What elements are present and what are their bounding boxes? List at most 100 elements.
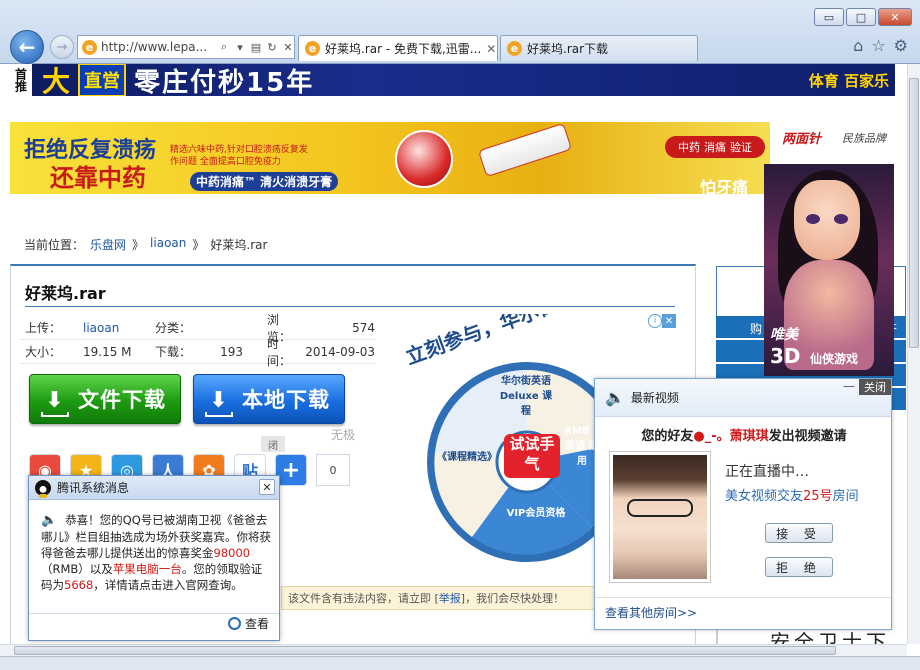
view-other-rooms-link[interactable]: 查看其他房间>>: [595, 597, 891, 629]
breadcrumb-link-user[interactable]: liaoan: [150, 236, 186, 253]
popup-close-button[interactable]: 关闭: [859, 379, 891, 395]
status-bar: [0, 656, 920, 670]
ad-detail: 精选六味中药,针对口腔溃疡反复发作问题 全面提高口腔免疫力: [170, 145, 308, 167]
tab-label: 好莱坞.rar下载: [527, 42, 609, 56]
ad-line-2: 还靠中药: [50, 164, 146, 192]
ad-close-icon[interactable]: ✕: [662, 314, 676, 328]
minimize-button[interactable]: ▭: [814, 8, 844, 26]
uploader-label: 上传：: [25, 321, 62, 335]
refresh-icon[interactable]: ↻: [266, 41, 278, 54]
badge-right: 验证: [730, 141, 752, 154]
time-label: 时间：: [267, 336, 292, 368]
local-download-button[interactable]: ⬇ 本地下载: [193, 374, 345, 424]
close-share-tag[interactable]: 闭: [261, 436, 285, 452]
file-download-button[interactable]: ⬇ 文件下载: [29, 374, 181, 424]
file-info-table: 上传： liaoan 分类： 浏览： 574 大小： 19.15 M 下载： 1…: [21, 313, 376, 368]
report-link[interactable]: 举报: [439, 590, 461, 606]
dropdown-icon[interactable]: ▾: [234, 41, 246, 54]
toothpaste-ad-banner[interactable]: 拒绝反复溃疡 还靠中药 精选六味中药,针对口腔溃疡反复发作问题 全面提高口腔免疫…: [10, 122, 770, 194]
accept-button[interactable]: 接 受: [765, 523, 833, 543]
ad-slogan: 怕牙痛: [700, 178, 749, 194]
banner-slogan-1: 大: [42, 65, 73, 96]
badge-mid: 消痛: [704, 141, 726, 154]
uploader-link[interactable]: liaoan: [83, 321, 139, 335]
vertical-scroll-thumb[interactable]: [909, 78, 919, 348]
live-status: 正在直播中…: [725, 464, 809, 480]
vertical-scrollbar[interactable]: [907, 64, 920, 644]
toothpaste-tube-illustration: [477, 122, 573, 178]
horizontal-scrollbar[interactable]: [0, 644, 907, 656]
message-rmb: （RMB）以及: [41, 562, 113, 576]
banner-slogan-2: 零庄付秒15年: [134, 67, 315, 97]
ad-pill: 中药消痛™ 清火消溃牙膏: [190, 172, 339, 191]
tab-close-icon[interactable]: ✕: [486, 42, 496, 56]
banner-tag: 首推: [10, 64, 32, 96]
tab-rar-download[interactable]: e 好莱坞.rar下载: [500, 35, 698, 61]
maximize-button[interactable]: □: [846, 8, 876, 26]
badge-left: 中药: [678, 141, 700, 154]
back-arrow-icon: ←: [18, 35, 36, 59]
verification-code: 5668: [64, 578, 94, 592]
ad-info-icon[interactable]: i: [648, 314, 662, 328]
share-count: 0: [316, 454, 350, 486]
horizontal-scroll-thumb[interactable]: [14, 646, 836, 655]
back-button[interactable]: ←: [10, 30, 44, 64]
time-value: 2014-09-03: [305, 344, 375, 359]
qq-popup-close-button[interactable]: ✕: [259, 479, 275, 495]
video-invite-popup: 🔈 最新视频 — 关闭 您的好友●_-。萧琪琪发出视频邀请 正在直播中… 美女视…: [594, 378, 892, 630]
friend-photo[interactable]: [609, 451, 711, 583]
report-text-before: 该文件含有违法内容，请立即 [: [288, 592, 439, 605]
tab-label: 好莱坞.rar - 免费下载,迅雷...: [325, 42, 482, 56]
downloads-label: 下载：: [155, 345, 192, 359]
reject-button[interactable]: 拒 绝: [765, 557, 833, 577]
address-url[interactable]: http://www.lepa...: [101, 40, 214, 54]
wheel-segment-label: 华尔街英语 Deluxe 课程: [499, 376, 553, 417]
character-face: [794, 180, 860, 260]
breadcrumb-separator: 》: [132, 238, 145, 252]
breadcrumb-link-home[interactable]: 乐盘网: [90, 236, 126, 253]
magnifier-icon: [227, 617, 241, 630]
download-icon: ⬇: [202, 381, 236, 417]
close-window-button[interactable]: ✕: [878, 8, 912, 26]
banner-right-text: 体育 百家乐: [808, 71, 889, 90]
friend-photo-image: [613, 455, 707, 579]
invite-before: 您的好友: [641, 429, 694, 444]
qq-popup-message: 🔈 恭喜！您的QQ号已被湖南卫视《爸爸去哪儿》栏目组抽选成为场外获奖嘉宾。你将获得…: [41, 512, 273, 593]
browser-titlebar: ▭ □ ✕ ← → e http://www.lepa... ⌕ ▾ ▤ ↻ ✕…: [0, 0, 920, 64]
invite-text: 您的好友●_-。萧琪琪发出视频邀请: [595, 425, 893, 444]
title-divider: [25, 306, 675, 307]
popup-minimize-button[interactable]: —: [841, 379, 857, 393]
file-download-label: 文件下载: [78, 388, 166, 412]
breadcrumb: 当前位置： 乐盘网 》 liaoan 》 好莱坞.rar: [24, 236, 267, 253]
forward-button[interactable]: →: [50, 35, 74, 59]
file-title: 好莱坞.rar: [25, 284, 106, 303]
qq-popup-header: 腾讯系统消息: [29, 476, 279, 500]
info-row: 大小： 19.15 M 下载： 193 时间： 2014-09-03: [21, 337, 376, 368]
speaker-icon: 🔈: [605, 388, 625, 407]
views-value: 574: [352, 320, 375, 335]
invite-after: 发出视频邀请: [768, 429, 847, 444]
character-eye: [806, 214, 820, 224]
qq-view-label: 查看: [244, 617, 269, 631]
game-ad[interactable]: 唯美 3D 仙侠游戏: [764, 164, 894, 376]
info-row: 上传： liaoan 分类： 浏览： 574: [21, 313, 376, 344]
compat-icon[interactable]: ▤: [250, 41, 262, 54]
side-nav-text[interactable]: 购: [750, 320, 762, 337]
search-icon[interactable]: ⌕: [218, 40, 230, 54]
address-bar[interactable]: e http://www.lepa... ⌕ ▾ ▤ ↻ ✕: [77, 35, 295, 59]
top-ad-banner[interactable]: 首推 大 直営 零庄付秒15年 体育 百家乐: [10, 64, 895, 96]
report-text-after: ]，我们会尽快处理！: [460, 592, 565, 605]
ad-brand-2: 民族品牌: [842, 132, 886, 145]
wheel-segment-label: 《课程精选》: [437, 452, 497, 463]
breadcrumb-prefix: 当前位置：: [24, 238, 85, 252]
home-icon[interactable]: ⌂: [853, 36, 863, 55]
qq-view-button[interactable]: 查看: [227, 615, 269, 632]
wuji-text: 无极: [331, 428, 356, 442]
tab-file-download[interactable]: e 好莱坞.rar - 免费下载,迅雷... ✕: [298, 35, 498, 61]
gear-icon[interactable]: ⚙: [894, 36, 908, 55]
character-eye: [834, 214, 848, 224]
stop-icon[interactable]: ✕: [282, 41, 294, 54]
tab-favicon-icon: e: [507, 41, 522, 56]
star-icon[interactable]: ☆: [871, 36, 885, 55]
banner-badge: 直営: [78, 64, 127, 96]
